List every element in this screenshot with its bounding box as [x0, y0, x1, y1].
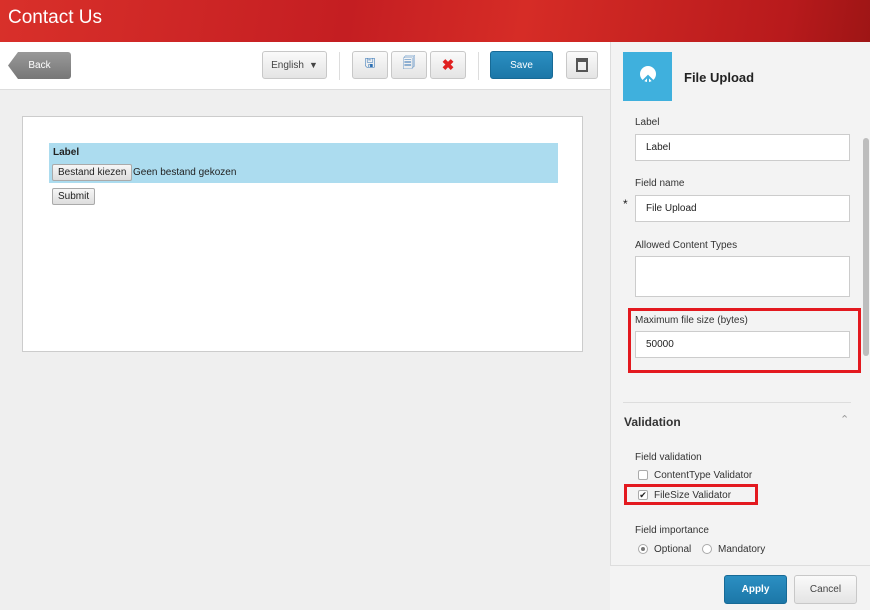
save-button[interactable]: Save — [490, 51, 553, 79]
form-canvas: Label Bestand kiezen Geen bestand gekoze… — [22, 116, 583, 352]
chevron-up-icon[interactable]: ⌃ — [840, 413, 849, 426]
field-name-caption: Field name — [635, 178, 685, 189]
language-dropdown[interactable]: English ▼ — [262, 51, 327, 79]
apply-button[interactable]: Apply — [724, 575, 787, 604]
mandatory-label: Mandatory — [718, 544, 766, 555]
panel-layout-icon — [576, 58, 588, 72]
optional-label: Optional — [654, 544, 692, 555]
required-mark: * — [623, 197, 628, 211]
floppy-copy-icon: 🗐 — [402, 55, 416, 70]
validation-heading[interactable]: Validation — [624, 415, 681, 429]
back-button[interactable]: Back — [8, 52, 71, 79]
field-importance-caption: Field importance — [635, 525, 709, 536]
label-input[interactable]: Label — [635, 134, 850, 161]
label-caption: Label — [635, 117, 660, 128]
mandatory-radio[interactable] — [702, 544, 712, 554]
field-name-input[interactable]: File Upload — [635, 195, 850, 222]
optional-radio[interactable] — [638, 544, 648, 554]
delete-button[interactable]: ✖ — [430, 51, 466, 79]
no-file-text: Geen bestand gekozen — [133, 167, 237, 178]
content-types-caption: Allowed Content Types — [635, 240, 738, 251]
field-label: Label — [53, 147, 80, 158]
max-size-caption: Maximum file size (bytes) — [635, 315, 748, 326]
close-icon: ✖ — [441, 57, 455, 74]
toggle-panel-button[interactable] — [566, 51, 598, 79]
page-title: Contact Us — [8, 7, 102, 28]
file-upload-icon — [623, 52, 672, 101]
cancel-button[interactable]: Cancel — [794, 575, 857, 604]
choose-file-button[interactable]: Bestand kiezen — [52, 164, 133, 181]
divider — [623, 402, 851, 403]
properties-panel: File Upload Label Label Field name * Fil… — [610, 42, 870, 610]
max-size-input[interactable]: 50000 — [635, 331, 850, 358]
contenttype-validator-label: ContentType Validator — [654, 470, 753, 481]
file-upload-field-preview[interactable]: Label Bestand kiezen Geen bestand gekoze… — [49, 143, 558, 183]
field-validation-caption: Field validation — [635, 452, 702, 463]
panel-scrollbar[interactable] — [863, 138, 869, 356]
contenttype-validator-checkbox[interactable] — [638, 470, 648, 480]
save-as-button[interactable]: 🗐 — [391, 51, 427, 79]
filesize-validator-checkbox[interactable]: ✔ — [638, 490, 648, 500]
app-header: Contact Us — [0, 0, 870, 42]
panel-title: File Upload — [684, 70, 755, 85]
divider — [339, 52, 340, 80]
floppy-icon: 🖫 — [364, 55, 376, 70]
save-icon-button[interactable]: 🖫 — [352, 51, 388, 79]
chevron-down-icon: ▼ — [308, 60, 318, 70]
language-value: English — [271, 59, 304, 71]
submit-button[interactable]: Submit — [52, 188, 96, 205]
divider — [478, 52, 479, 80]
filesize-validator-label: FileSize Validator — [654, 490, 732, 501]
content-types-textarea[interactable] — [635, 256, 850, 297]
